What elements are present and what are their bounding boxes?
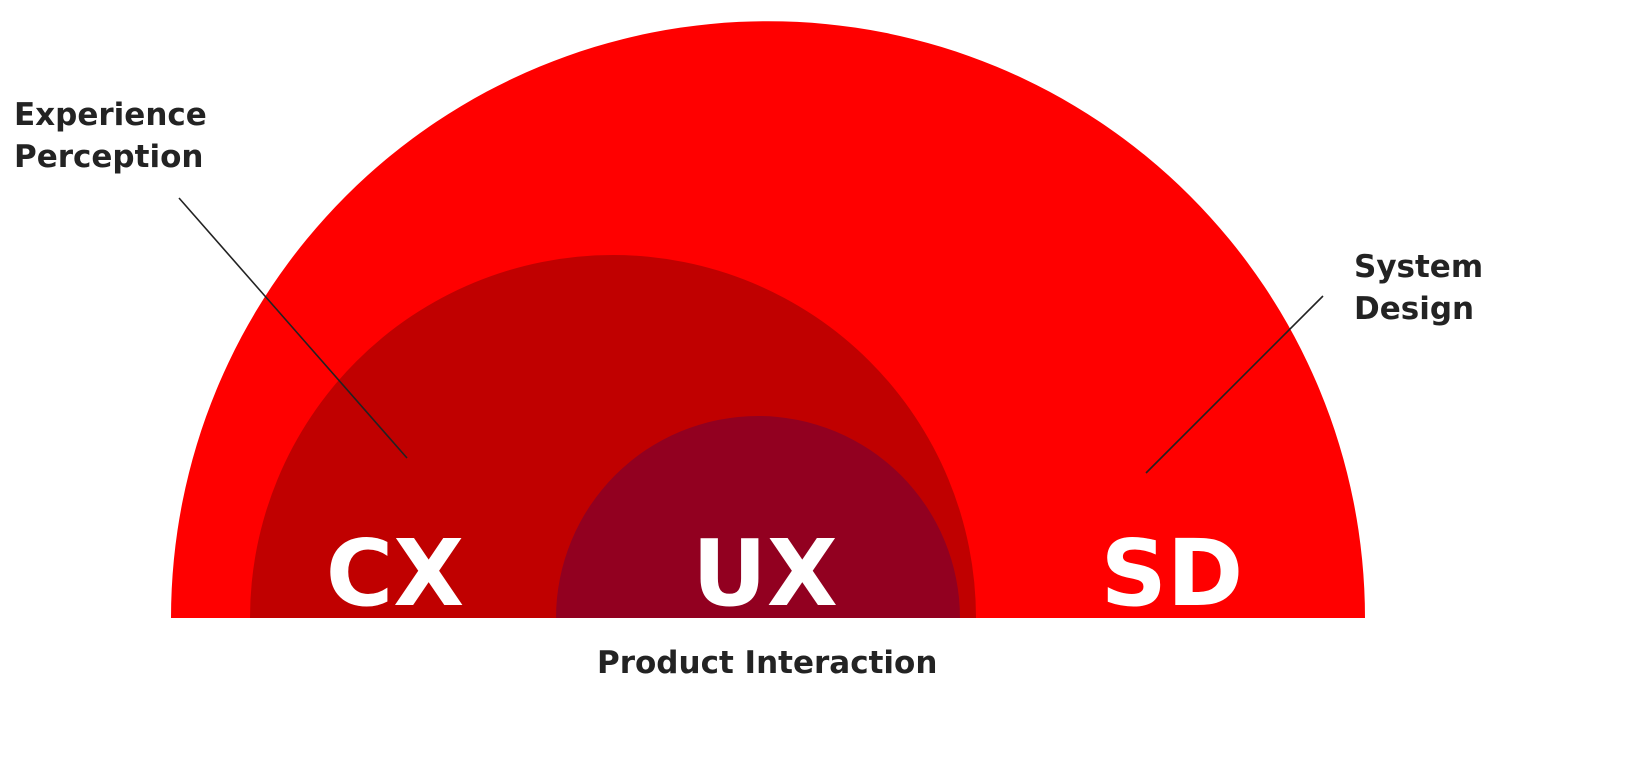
product-interaction-label: Product Interaction bbox=[597, 645, 938, 681]
system-design-label: System Design bbox=[1354, 246, 1483, 330]
ux-label: UX bbox=[692, 520, 838, 627]
experience-label-line1: Experience bbox=[14, 97, 207, 133]
system-label-line2: Design bbox=[1354, 291, 1475, 327]
system-label-line1: System bbox=[1354, 249, 1484, 285]
experience-label-line2: Perception bbox=[14, 139, 204, 175]
sd-label: SD bbox=[1101, 520, 1244, 627]
cx-label: CX bbox=[326, 520, 464, 627]
experience-perception-label: Experience Perception bbox=[14, 94, 207, 178]
diagram-canvas: CX UX SD Experience Perception System De… bbox=[0, 0, 1646, 762]
